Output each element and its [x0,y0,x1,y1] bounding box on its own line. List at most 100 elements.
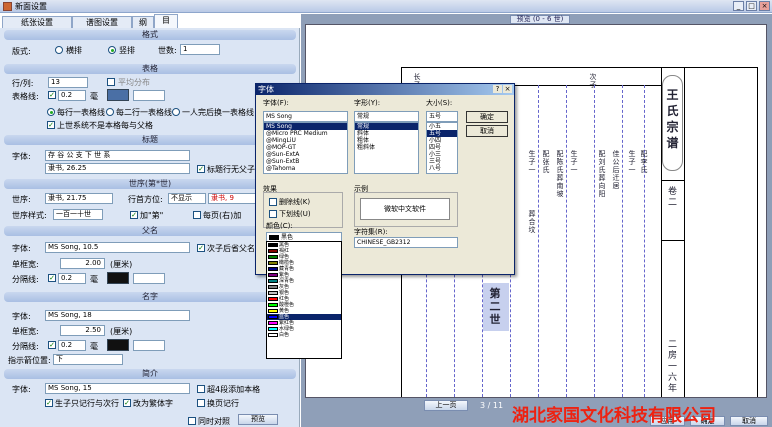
size-input[interactable]: 五号 [426,111,458,122]
font-option[interactable]: @Tahoma [264,165,347,172]
color-swatch [268,303,278,307]
tab-chart[interactable]: 谱图设置 [72,16,132,28]
strike-checkbox[interactable] [269,198,277,206]
member-text: 佳公后迁居 [612,150,620,190]
underline-label: 下划线(U) [279,210,311,218]
each-row-label: 每行一表格线 [57,108,105,117]
color-option[interactable]: 白色 [267,332,341,338]
size-option[interactable]: 四号 [427,144,457,151]
gen-color-font[interactable]: 隶书, 9 [208,193,258,204]
font-input[interactable]: MS Song [263,111,348,122]
title-center-checkbox[interactable]: ✓ [197,165,205,173]
tab-outline[interactable]: 纲 [132,16,154,28]
size-option[interactable]: 八号 [427,165,457,172]
arrow-pos-label: 指示箭位置: [8,356,51,365]
font-option[interactable]: @Micro PRC Medium [264,130,347,137]
title-text-input[interactable]: 存 谷 公 支 下 世 系 [45,150,190,161]
section-style: 格式 [4,30,296,40]
table-color-button[interactable] [107,89,129,101]
gen-style-select[interactable]: 一百一十世 [53,209,103,220]
gen-align-select[interactable]: 不显示 [168,193,206,204]
font-option[interactable]: @Sun-ExtB [264,158,347,165]
arrow-pos-select[interactable]: 下 [53,354,123,365]
name-line-width[interactable]: 0.2 [58,340,86,351]
size-option[interactable]: 五号 [427,130,457,137]
size-option[interactable]: 三号 [427,158,457,165]
each-two-radio[interactable] [106,108,114,116]
style-option[interactable]: 常规 [355,123,418,130]
font-option[interactable]: @Sun-ExtA [264,151,347,158]
father-next-checkbox[interactable]: ✓ [197,244,205,252]
style-list[interactable]: 常规 斜体 粗体 粗斜体 [354,122,419,174]
size-option[interactable]: 小四 [427,137,457,144]
style-option[interactable]: 粗体 [355,137,418,144]
window-title: 新面设置 [15,2,47,11]
brief-cb2[interactable]: ✓ [45,399,53,407]
table-border-checkbox[interactable]: ✓ [48,91,56,99]
father-line-style[interactable] [133,273,165,284]
size-option[interactable]: 小五 [427,123,457,130]
new-page-checkbox[interactable]: ✓ [47,121,55,129]
spine-line [684,67,685,397]
brief-cb4-label: 换页记行 [207,399,239,408]
new-page-label: 上世系统不是本格每与父格 [57,121,153,130]
prev-page-button[interactable]: 上一页 [424,400,468,411]
size-list[interactable]: 小五 五号 小四 四号 小三 三号 八号 [426,122,458,174]
color-dropdown[interactable]: 黑色 褐红 绿色 橄榄色 藏青色 紫色 深青色 灰色 银色 红色 酸橙色 黄色 蓝色 紫红色 水绿色 白色 [266,241,342,359]
help-icon[interactable]: ? [493,85,502,93]
father-line-width[interactable]: 0.2 [58,273,86,284]
table-line-style[interactable] [133,90,165,101]
father-line-checkbox[interactable]: ✓ [48,274,56,282]
name-line-style[interactable] [133,340,165,351]
style-input[interactable]: 常规 [354,111,419,122]
brief-font-input[interactable]: MS Song, 15 [45,383,190,394]
color-swatch [268,327,278,331]
color-swatch [268,291,278,295]
one-person-radio[interactable] [172,108,180,116]
generations-select[interactable]: 1 [180,44,220,55]
preview-button[interactable]: 预览 [238,414,278,425]
cancel-button-main[interactable]: 取消 [730,416,768,426]
title-font-label: 字体: [12,152,31,161]
font-option[interactable]: @MingLiU [264,137,347,144]
minimize-button[interactable]: _ [733,1,744,11]
dialog-close-icon[interactable]: × [503,85,512,93]
rowcol-input[interactable]: 13 [48,77,88,88]
name-font-input[interactable]: MS Song, 18 [45,310,190,321]
style-option[interactable]: 粗斜体 [355,144,418,151]
maximize-button[interactable]: □ [746,1,757,11]
each-two-label: 每二行一表格线 [116,108,172,117]
compare-checkbox[interactable] [188,417,196,425]
table-border-width[interactable]: 0.2 [58,90,86,101]
horizontal-radio[interactable] [55,46,63,54]
close-button[interactable]: × [759,1,770,11]
brief-cb4[interactable] [197,399,205,407]
brief-cb1[interactable] [197,385,205,393]
name-color-button[interactable] [107,339,129,351]
col-line [538,85,539,397]
underline-checkbox[interactable] [269,210,277,218]
font-ok-button[interactable]: 确定 [466,111,508,123]
average-checkbox[interactable] [107,78,115,86]
style-option[interactable]: 斜体 [355,130,418,137]
brief-cb3[interactable]: ✓ [123,399,131,407]
charset-select[interactable]: CHINESE_GB2312 [354,237,458,248]
tab-contents[interactable]: 目 [154,14,178,28]
father-font-input[interactable]: MS Song, 10.5 [45,242,190,253]
each-row-radio[interactable] [47,108,55,116]
font-cancel-button[interactable]: 取消 [466,125,508,137]
gen-font-input[interactable]: 隶书, 21.75 [45,193,113,204]
font-list[interactable]: MS Song @Micro PRC Medium @MingLiU @MOP-… [263,122,348,174]
father-width-input[interactable]: 2.00 [60,258,105,269]
gen-every-checkbox[interactable] [193,211,201,219]
father-color-button[interactable] [107,272,129,284]
font-option[interactable]: @MOP-GT [264,144,347,151]
font-option[interactable]: MS Song [264,123,347,130]
size-option[interactable]: 小三 [427,151,457,158]
gen-add-checkbox[interactable]: ✓ [130,211,138,219]
vertical-radio[interactable] [108,46,116,54]
name-line-checkbox[interactable]: ✓ [48,341,56,349]
title-font-input[interactable]: 隶书, 26.25 [45,163,190,174]
tab-paper[interactable]: 纸张设置 [2,16,72,28]
name-width-input[interactable]: 2.50 [60,325,105,336]
